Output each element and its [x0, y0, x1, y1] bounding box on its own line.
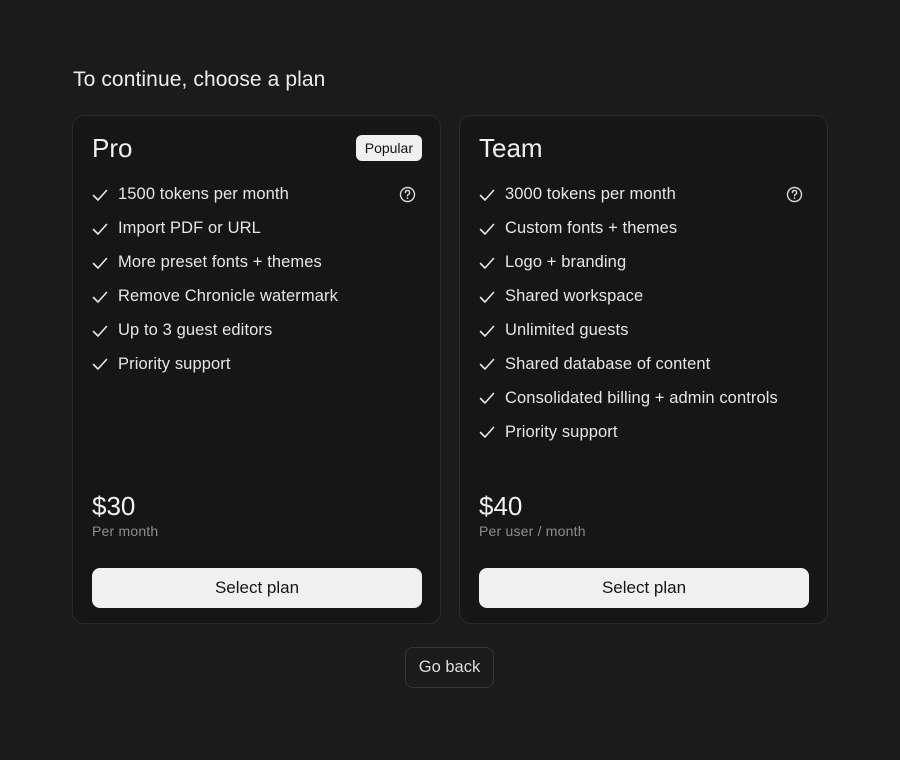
price-period: Per user / month	[479, 523, 586, 539]
feature-text: Import PDF or URL	[118, 219, 261, 238]
feature-text: Remove Chronicle watermark	[118, 287, 338, 306]
plan-selection-page: To continue, choose a plan Pro Popular 1…	[0, 0, 900, 760]
feature-text: Priority support	[505, 422, 618, 441]
plan-card-pro: Pro Popular 1500 tokens per month Import…	[72, 115, 441, 624]
feature-list: 3000 tokens per month Custom fonts + the…	[478, 178, 809, 449]
check-icon	[91, 355, 109, 373]
feature-text: 3000 tokens per month	[505, 185, 676, 204]
feature-text: Priority support	[118, 354, 231, 373]
feature-item: Logo + branding	[478, 246, 809, 280]
feature-item: Custom fonts + themes	[478, 212, 809, 246]
feature-item: Up to 3 guest editors	[91, 314, 422, 348]
plan-name: Pro	[92, 133, 133, 163]
select-plan-button-team[interactable]: Select plan	[479, 568, 809, 608]
plan-card-team: Team 3000 tokens per month Custom fonts …	[459, 115, 828, 624]
check-icon	[91, 186, 109, 204]
check-icon	[478, 288, 496, 306]
plan-price: $40	[479, 491, 523, 521]
feature-item: 1500 tokens per month	[91, 178, 422, 212]
plan-cards: Pro Popular 1500 tokens per month Import…	[72, 115, 828, 624]
plan-name: Team	[479, 133, 543, 163]
check-icon	[478, 389, 496, 407]
feature-text: Unlimited guests	[505, 321, 629, 339]
feature-item: Unlimited guests	[478, 314, 809, 348]
feature-item: Priority support	[91, 347, 422, 381]
check-icon	[478, 220, 496, 238]
plan-price: $30	[92, 491, 136, 521]
select-plan-button-pro[interactable]: Select plan	[92, 568, 422, 608]
check-icon	[478, 423, 496, 441]
check-icon	[91, 288, 109, 306]
check-icon	[91, 220, 109, 238]
feature-item: 3000 tokens per month	[478, 178, 809, 212]
feature-item: Shared workspace	[478, 280, 809, 314]
feature-item: Consolidated billing + admin controls	[478, 381, 809, 415]
popular-badge: Popular	[355, 135, 422, 161]
feature-list: 1500 tokens per month Import PDF or URL …	[91, 178, 422, 381]
check-icon	[478, 186, 496, 204]
feature-item: More preset fonts + themes	[91, 246, 422, 280]
check-icon	[91, 254, 109, 272]
feature-text: 1500 tokens per month	[118, 185, 289, 204]
page-title: To continue, choose a plan	[73, 68, 326, 91]
check-icon	[478, 355, 496, 373]
feature-item: Priority support	[478, 415, 809, 449]
feature-text: Logo + branding	[505, 253, 627, 272]
price-period: Per month	[92, 523, 159, 539]
go-back-button[interactable]: Go back	[405, 647, 494, 688]
check-icon	[91, 322, 109, 340]
help-circle-icon[interactable]	[399, 186, 416, 203]
feature-item: Import PDF or URL	[91, 212, 422, 246]
feature-item: Remove Chronicle watermark	[91, 280, 422, 314]
feature-text: Custom fonts + themes	[505, 219, 678, 238]
check-icon	[478, 254, 496, 272]
feature-text: Consolidated billing + admin controls	[505, 388, 778, 407]
feature-text: Up to 3 guest editors	[118, 321, 273, 339]
check-icon	[478, 322, 496, 340]
feature-text: More preset fonts + themes	[118, 253, 322, 272]
help-circle-icon[interactable]	[786, 186, 803, 203]
feature-text: Shared database of content	[505, 354, 711, 373]
feature-item: Shared database of content	[478, 347, 809, 381]
feature-text: Shared workspace	[505, 287, 644, 306]
